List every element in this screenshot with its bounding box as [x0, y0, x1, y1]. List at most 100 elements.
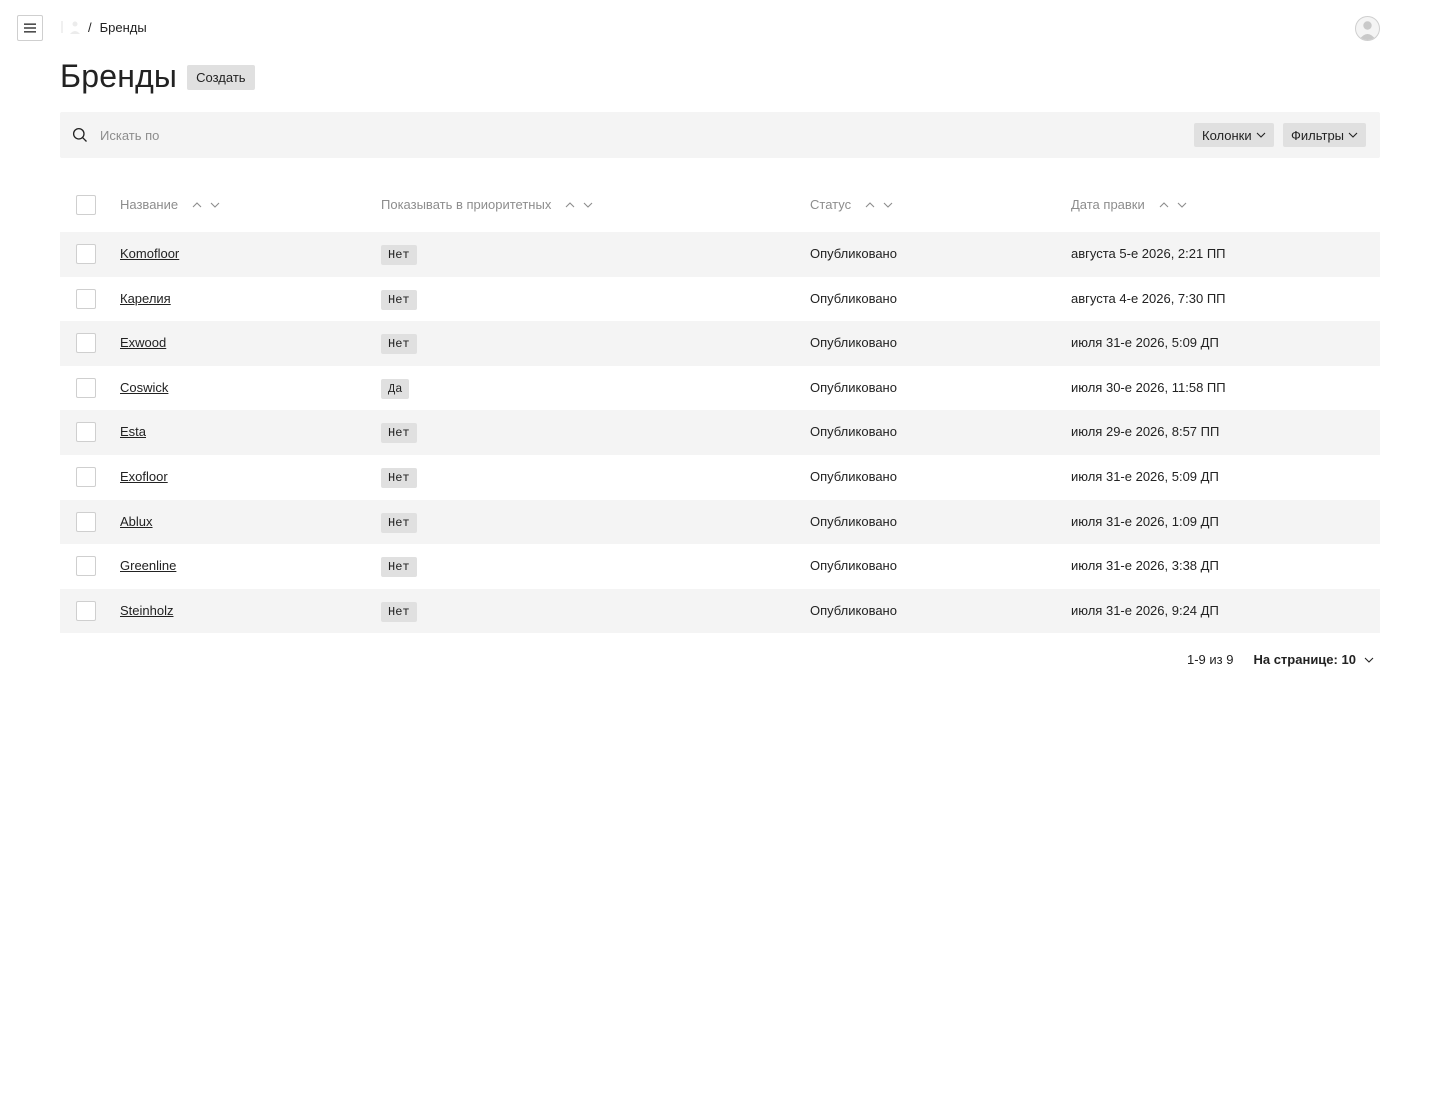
- priority-badge: Нет: [381, 334, 417, 355]
- date-cell: июля 31-е 2026, 9:24 ДП: [1071, 602, 1219, 618]
- row-checkbox[interactable]: [76, 511, 96, 532]
- column-header-priority: Показывать в приоритетных: [381, 197, 593, 212]
- row-checkbox[interactable]: [76, 244, 96, 264]
- brand-name-cell: Ablux: [120, 514, 153, 529]
- brand-name-link[interactable]: Ablux: [120, 514, 153, 529]
- column-header-date: Дата правки: [1071, 197, 1187, 212]
- row-checkbox[interactable]: [76, 466, 96, 487]
- status-cell: Опубликовано: [810, 290, 897, 306]
- status-cell: Опубликовано: [810, 468, 897, 484]
- priority-badge: Нет: [381, 289, 417, 310]
- status-cell: Опубликовано: [810, 379, 897, 395]
- column-header-name: Название: [120, 197, 220, 212]
- brand-name-cell: Карелия: [120, 291, 171, 306]
- status-cell: Опубликовано: [810, 246, 897, 261]
- date-cell: августа 4-е 2026, 7:30 ПП: [1071, 290, 1226, 306]
- brand-name-link[interactable]: Exwood: [120, 335, 166, 350]
- pagination: 1-9 из 9 На странице: 10: [1187, 652, 1374, 667]
- brand-name-link[interactable]: Komofloor: [120, 246, 179, 261]
- select-all-checkbox[interactable]: [76, 195, 96, 215]
- row-checkbox[interactable]: [76, 377, 96, 398]
- breadcrumb: / Бренды: [60, 19, 147, 35]
- priority-badge: Да: [381, 378, 410, 399]
- per-page-select[interactable]: На странице: 10: [1253, 652, 1374, 667]
- sort-ascending-icon[interactable]: [565, 201, 575, 208]
- hamburger-icon: [24, 23, 36, 33]
- brand-name-link[interactable]: Карелия: [120, 291, 171, 306]
- date-cell: июля 30-е 2026, 11:58 ПП: [1071, 379, 1226, 395]
- priority-badge: Нет: [381, 467, 417, 488]
- column-header-label: Статус: [810, 197, 852, 212]
- brand-name-link[interactable]: Coswick: [120, 380, 168, 395]
- sort-descending-icon[interactable]: [1177, 202, 1187, 208]
- status-cell: Опубликовано: [810, 602, 897, 618]
- date-cell: августа 5-е 2026, 2:21 ПП: [1071, 246, 1226, 261]
- row-checkbox[interactable]: [76, 600, 96, 621]
- date-cell: июля 31-е 2026, 5:09 ДП: [1071, 468, 1219, 484]
- sort-descending-icon[interactable]: [583, 202, 593, 208]
- table-row: Exofloor Нет Опубликовано июля 31-е 2026…: [60, 455, 1380, 500]
- table-row: Greenline Нет Опубликовано июля 31-е 202…: [60, 544, 1380, 589]
- row-checkbox[interactable]: [76, 288, 96, 309]
- row-checkbox[interactable]: [76, 333, 96, 354]
- filters-label: Фильтры: [1291, 127, 1345, 143]
- columns-button[interactable]: Колонки: [1194, 123, 1274, 147]
- priority-badge: Нет: [381, 423, 417, 444]
- breadcrumb-current: Бренды: [99, 19, 147, 35]
- row-checkbox[interactable]: [76, 422, 96, 443]
- status-cell: Опубликовано: [810, 424, 897, 440]
- table-row: Komofloor Нет Опубликовано августа 5-е 2…: [60, 232, 1380, 277]
- status-cell: Опубликовано: [810, 513, 897, 529]
- chevron-down-icon: [1364, 657, 1374, 663]
- brands-table: Название Показывать в приоритетных Стату…: [60, 180, 1380, 634]
- table-row: Esta Нет Опубликовано июля 29-е 2026, 8:…: [60, 410, 1380, 455]
- sort-ascending-icon[interactable]: [865, 201, 875, 208]
- sort-ascending-icon[interactable]: [1159, 201, 1169, 208]
- column-header-label: Показывать в приоритетных: [381, 197, 552, 212]
- date-cell: июля 29-е 2026, 8:57 ПП: [1071, 424, 1220, 440]
- column-header-status: Статус: [810, 197, 893, 212]
- top-bar: / Бренды: [0, 0, 1440, 56]
- brand-name-link[interactable]: Exofloor: [120, 469, 168, 484]
- chevron-down-icon: [1348, 132, 1358, 138]
- menu-button[interactable]: [17, 15, 43, 41]
- table-row: Карелия Нет Опубликовано августа 4-е 202…: [60, 277, 1380, 322]
- breadcrumb-separator: /: [88, 19, 92, 35]
- search-input[interactable]: [100, 123, 1100, 147]
- brand-name-cell: Esta: [120, 424, 146, 439]
- home-icon[interactable]: [60, 19, 80, 35]
- brand-name-link[interactable]: Steinholz: [120, 603, 173, 618]
- date-cell: июля 31-е 2026, 3:38 ДП: [1071, 558, 1219, 574]
- priority-badge: Нет: [381, 601, 417, 622]
- user-avatar-icon: [1359, 21, 1376, 40]
- date-cell: июля 31-е 2026, 1:09 ДП: [1071, 513, 1219, 529]
- priority-badge: Нет: [381, 512, 417, 533]
- user-avatar[interactable]: [1355, 16, 1380, 41]
- table-row: Coswick Да Опубликовано июля 30-е 2026, …: [60, 366, 1380, 411]
- per-page-label: На странице: 10: [1253, 652, 1356, 667]
- row-checkbox[interactable]: [76, 556, 96, 577]
- column-header-label: Название: [120, 197, 179, 212]
- create-button[interactable]: Создать: [187, 64, 255, 90]
- sort-controls: [1159, 201, 1187, 208]
- brand-name-link[interactable]: Esta: [120, 424, 146, 439]
- filters-button[interactable]: Фильтры: [1283, 123, 1367, 147]
- brand-name-cell: Exwood: [120, 335, 166, 350]
- brand-name-cell: Greenline: [120, 558, 176, 573]
- brand-name-cell: Steinholz: [120, 603, 173, 618]
- sort-ascending-icon[interactable]: [192, 201, 202, 208]
- sort-controls: [865, 201, 893, 208]
- brand-name-cell: Komofloor: [120, 246, 179, 261]
- priority-badge: Нет: [381, 245, 417, 265]
- page-header: Бренды Создать: [60, 56, 255, 96]
- brand-name-cell: Exofloor: [120, 469, 168, 484]
- sort-descending-icon[interactable]: [883, 202, 893, 208]
- search-toolbar: Колонки Фильтры: [60, 112, 1380, 158]
- brand-name-link[interactable]: Greenline: [120, 558, 176, 573]
- sort-descending-icon[interactable]: [210, 202, 220, 208]
- page-title: Бренды: [60, 57, 178, 94]
- column-header-label: Дата правки: [1071, 197, 1145, 212]
- sort-controls: [565, 201, 593, 208]
- priority-badge: Нет: [381, 557, 417, 578]
- table-row: Ablux Нет Опубликовано июля 31-е 2026, 1…: [60, 499, 1380, 545]
